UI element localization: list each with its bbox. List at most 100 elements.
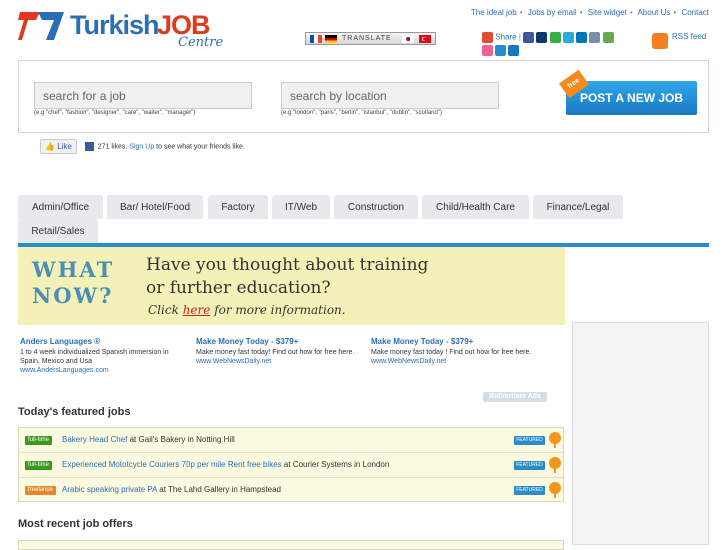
training-banner[interactable]: WHAT NOW? Have you thought about trainin… xyxy=(18,247,565,325)
nav-site-widget[interactable]: Site widget xyxy=(588,8,627,17)
tab-bar-hotel-food[interactable]: Bar/ Hotel/Food xyxy=(107,195,203,219)
job-in: in xyxy=(187,435,194,444)
reddit-icon[interactable] xyxy=(482,45,493,56)
job-type-badge: full-time xyxy=(25,436,53,445)
like-count: 271 likes. xyxy=(97,143,128,151)
job-summary: Arabic speaking private PA at The Lahd G… xyxy=(62,485,281,494)
text-ad[interactable]: Anders Languages ® 1 to 4 week individua… xyxy=(20,337,190,375)
text-ad[interactable]: Make Money Today - $379+ Make money fast… xyxy=(371,337,541,366)
text-ad-title: Make Money Today - $379+ xyxy=(196,337,299,346)
text-ad-url: www.AndersLanguages.com xyxy=(20,367,109,374)
search-panel: search for a job (e.g "chef", "fashion",… xyxy=(18,60,709,133)
top-navigation: The ideal job • Jobs by email • Site widge… xyxy=(471,8,709,17)
like-button[interactable]: 👍 Like xyxy=(40,139,77,154)
job-summary: Experienced Mototcycle Couriers 70p per … xyxy=(62,460,389,469)
tab-construction[interactable]: Construction xyxy=(334,195,418,219)
featured-job-row[interactable]: full-time Experienced Mototcycle Courier… xyxy=(19,453,563,478)
google-icon[interactable] xyxy=(495,45,507,56)
share-divider: | xyxy=(518,32,521,42)
logo-text-turkish: Turkish xyxy=(70,10,160,40)
signup-link[interactable]: Sign Up xyxy=(129,143,154,150)
tab-it-web[interactable]: IT/Web xyxy=(272,195,330,219)
translate-label: TRANSLATE xyxy=(342,35,392,42)
logo-mark-icon xyxy=(18,12,64,40)
location-search-input[interactable]: search by location xyxy=(281,82,499,109)
job-type-badge: freelance xyxy=(25,486,56,495)
site-logo[interactable]: Turkish JOB Centre xyxy=(18,8,223,50)
nav-separator: • xyxy=(519,8,523,17)
digg-icon[interactable] xyxy=(589,32,601,43)
map-pin-icon[interactable] xyxy=(549,457,561,473)
nav-separator: • xyxy=(673,8,677,17)
myspace-icon[interactable] xyxy=(536,32,548,43)
turkish-flag-icon xyxy=(419,35,431,43)
featured-job-row[interactable]: full-time Bakery Head Chef at Gail's Bak… xyxy=(19,428,563,453)
linkedin-icon[interactable] xyxy=(576,32,588,43)
text-ad-title: Anders Languages ® xyxy=(20,337,101,346)
nav-about-us[interactable]: About Us xyxy=(637,8,670,17)
nav-jobs-by-email[interactable]: Jobs by email xyxy=(528,8,577,17)
banner-now: NOW? xyxy=(32,283,114,308)
recent-jobs-heading: Most recent job offers xyxy=(18,518,133,530)
job-type-badge: full-time xyxy=(25,461,53,470)
job-location: London xyxy=(362,460,390,469)
text-ad-title: Make Money Today - $379+ xyxy=(371,337,474,346)
text-ad-url: www.WebNewsDaily.net xyxy=(371,358,447,365)
tab-retail-sales[interactable]: Retail/Sales xyxy=(18,219,98,243)
text-ad-body: Make money fast today! Find out how for … xyxy=(196,349,355,356)
stumbleupon-icon[interactable] xyxy=(508,45,520,56)
like-button-label: Like xyxy=(57,142,72,151)
job-at: at xyxy=(129,435,137,444)
share-plus-icon[interactable] xyxy=(482,32,493,43)
delicious-icon[interactable] xyxy=(549,32,561,43)
sidebar-ad-placeholder xyxy=(572,322,709,545)
job-in: in xyxy=(354,460,361,469)
map-pin-icon[interactable] xyxy=(549,482,561,498)
tab-admin-office[interactable]: Admin/Office xyxy=(18,195,103,219)
like-rest-text: to see what your friends like. xyxy=(156,143,245,151)
featured-jobs-list: full-time Bakery Head Chef at Gail's Bak… xyxy=(18,427,564,502)
facebook-like-bar: 👍 Like 271 likes. Sign Up to see what yo… xyxy=(40,139,245,154)
recent-jobs-list xyxy=(18,540,564,550)
job-company: The Lahd Gallery xyxy=(168,485,230,494)
banner-what-now: WHAT NOW? xyxy=(32,257,114,309)
nav-separator: • xyxy=(579,8,583,17)
french-flag-icon xyxy=(310,35,322,43)
twitter-icon[interactable] xyxy=(562,32,574,43)
banner-line-3: Click here for more information. xyxy=(148,303,346,317)
german-flag-icon xyxy=(325,35,337,43)
job-location: Notting Hill xyxy=(196,435,235,444)
share-more-icon[interactable] xyxy=(602,32,614,43)
featured-badge: FEATURED xyxy=(514,436,545,445)
featured-jobs-heading: Today's featured jobs xyxy=(18,406,131,418)
job-search-hint: (e.g "chef", "fashion", "designer", "car… xyxy=(34,110,196,116)
post-new-job-button[interactable]: free POST A NEW JOB xyxy=(559,69,697,115)
translate-widget[interactable]: TRANSLATE xyxy=(305,32,436,45)
nav-contact[interactable]: Contact xyxy=(681,8,709,17)
tab-child-health-care[interactable]: Child/Health Care xyxy=(422,195,529,219)
job-at: at xyxy=(159,485,166,494)
text-ad[interactable]: Make Money Today - $379+ Make money fast… xyxy=(196,337,366,366)
korean-flag-icon xyxy=(402,35,414,43)
job-title-link[interactable]: Bakery Head Chef xyxy=(62,435,127,444)
job-title-link[interactable]: Arabic speaking private PA xyxy=(62,485,157,494)
job-title-link[interactable]: Experienced Mototcycle Couriers 70p per … xyxy=(62,460,282,469)
location-search-hint: (e.g "london", "paris", "berlin", "istan… xyxy=(281,110,442,116)
ads-provider-label[interactable]: BidVertiser Ads xyxy=(483,392,547,402)
job-summary: Bakery Head Chef at Gail's Bakery in Not… xyxy=(62,435,235,444)
share-bar: Share | xyxy=(482,32,642,56)
rss-icon xyxy=(652,33,668,49)
nav-ideal-job[interactable]: The ideal job xyxy=(471,8,517,17)
job-at: at xyxy=(283,460,291,469)
tab-factory[interactable]: Factory xyxy=(208,195,268,219)
banner-here-link[interactable]: here xyxy=(183,303,211,317)
share-link[interactable]: Share xyxy=(495,33,516,42)
featured-badge: FEATURED xyxy=(514,461,545,470)
tab-finance-legal[interactable]: Finance/Legal xyxy=(533,195,623,219)
logo-text-centre: Centre xyxy=(178,35,224,50)
facebook-icon[interactable] xyxy=(523,32,535,43)
nav-separator: • xyxy=(629,8,633,17)
job-search-input[interactable]: search for a job xyxy=(34,82,252,109)
map-pin-icon[interactable] xyxy=(549,432,561,448)
featured-job-row[interactable]: freelance Arabic speaking private PA at … xyxy=(19,478,563,503)
